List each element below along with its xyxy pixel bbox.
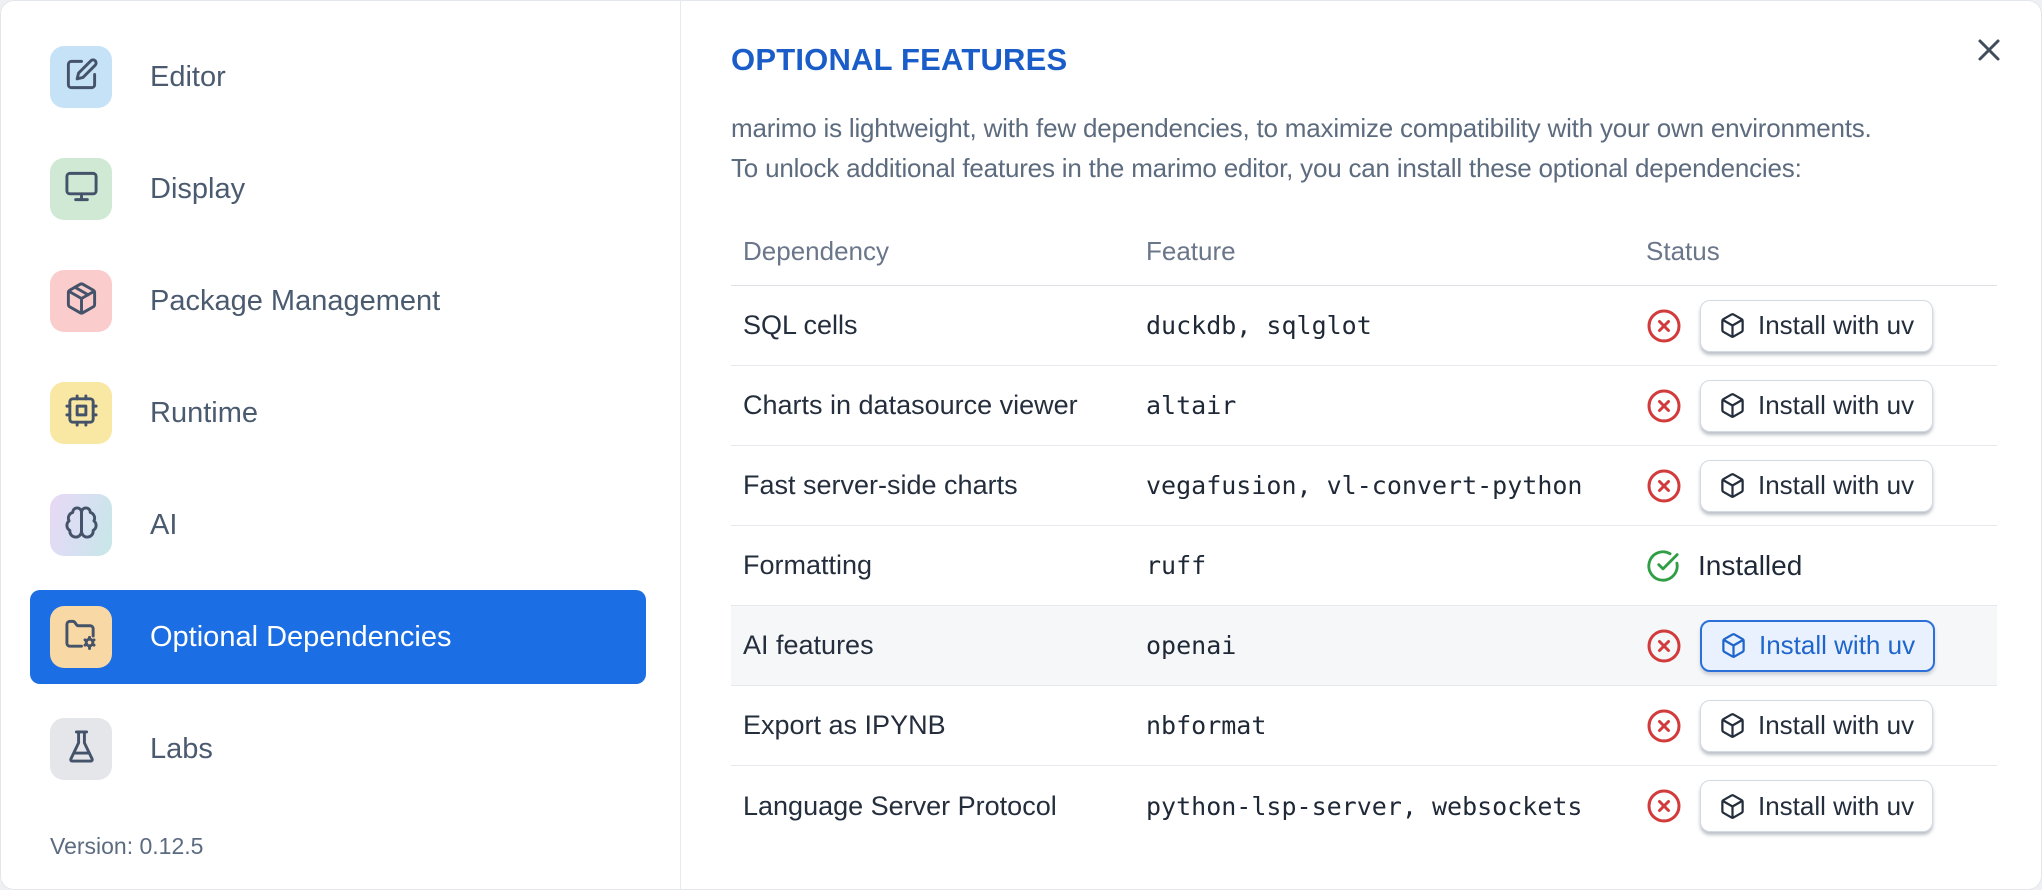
settings-dialog: Editor Display Package Management Runtim… [0, 0, 2042, 890]
description-line: marimo is lightweight, with few dependen… [731, 113, 1872, 143]
feature-cell: openai [1146, 631, 1237, 660]
box-icon [1719, 793, 1746, 820]
sidebar-item-runtime[interactable]: Runtime [30, 366, 646, 460]
install-with-uv-button[interactable]: Install with uv [1700, 299, 1934, 352]
sidebar: Editor Display Package Management Runtim… [0, 0, 681, 890]
sidebar-item-ai[interactable]: AI [30, 478, 646, 572]
sidebar-item-editor[interactable]: Editor [30, 30, 646, 124]
install-with-uv-button[interactable]: Install with uv [1700, 619, 1936, 672]
table-row: Export as IPYNB nbformat Install with uv [731, 686, 1997, 766]
dependency-cell: Language Server Protocol [743, 790, 1057, 821]
optional-features-table: Dependency Feature Status SQL cells duck… [731, 218, 1997, 846]
box-icon [1719, 312, 1746, 339]
sidebar-item-label: Display [150, 172, 246, 205]
table-row: Formatting ruff Installed [731, 526, 1997, 606]
column-header-feature: Feature [1146, 236, 1236, 266]
sidebar-item-label: Runtime [150, 396, 258, 429]
monitor-icon [64, 169, 99, 209]
table-row: Charts in datasource viewer altair Insta… [731, 366, 1997, 446]
close-button[interactable] [1969, 30, 2009, 70]
square-pen-icon [64, 57, 99, 97]
box-icon [1720, 632, 1747, 659]
version-label: Version: 0.12.5 [50, 833, 204, 859]
status-cell: Install with uv [1646, 699, 1997, 752]
install-button-label: Install with uv [1758, 310, 1915, 340]
box-icon [1719, 472, 1746, 499]
dependency-cell: Export as IPYNB [743, 710, 946, 740]
table-header: Dependency Feature Status [731, 218, 1997, 286]
install-with-uv-button[interactable]: Install with uv [1700, 459, 1934, 512]
sidebar-item-display[interactable]: Display [30, 142, 646, 236]
status-cell: Install with uv [1646, 780, 1997, 832]
feature-cell: ruff [1146, 551, 1207, 580]
install-with-uv-button[interactable]: Install with uv [1700, 379, 1934, 432]
not-installed-icon [1646, 788, 1682, 824]
dependency-cell: Fast server-side charts [743, 470, 1018, 500]
not-installed-icon [1646, 308, 1682, 344]
dependency-cell: Formatting [743, 550, 873, 580]
sidebar-item-label: AI [150, 508, 178, 541]
feature-cell: altair [1146, 391, 1237, 420]
installed-label: Installed [1698, 549, 1803, 581]
main-panel: OPTIONAL FEATURES marimo is lightweight,… [681, 0, 2042, 890]
feature-cell: duckdb, sqlglot [1146, 311, 1372, 340]
feature-cell: python-lsp-server, websockets [1146, 791, 1583, 821]
sidebar-item-label: Optional Dependencies [150, 620, 452, 653]
cpu-icon [64, 393, 99, 433]
install-with-uv-button[interactable]: Install with uv [1700, 699, 1934, 752]
box-icon [1719, 712, 1746, 739]
close-icon [1971, 32, 2007, 68]
flask-icon [64, 729, 99, 769]
dependency-cell: SQL cells [743, 310, 858, 340]
not-installed-icon [1646, 468, 1682, 504]
package-icon [64, 281, 99, 321]
feature-cell: nbformat [1146, 711, 1267, 740]
folder-cog-icon [64, 617, 99, 657]
feature-cell: vegafusion, vl-convert-python [1146, 471, 1583, 500]
table-body: SQL cells duckdb, sqlglot Install with u… [731, 286, 1997, 846]
table-row: Fast server-side charts vegafusion, vl-c… [731, 446, 1997, 526]
page-title: OPTIONAL FEATURES [731, 42, 1068, 77]
table-row: SQL cells duckdb, sqlglot Install with u… [731, 286, 1997, 366]
column-header-status: Status [1646, 236, 1720, 266]
install-button-label: Install with uv [1758, 790, 1915, 821]
sidebar-item-label: Labs [150, 732, 213, 765]
sidebar-item-labs[interactable]: Labs [30, 702, 646, 796]
status-cell: Install with uv [1646, 619, 1997, 672]
install-button-label: Install with uv [1759, 630, 1916, 660]
status-cell: Install with uv [1646, 299, 1997, 352]
not-installed-icon [1646, 388, 1682, 424]
sidebar-item-label: Editor [150, 60, 226, 93]
sidebar-item-package-management[interactable]: Package Management [30, 254, 646, 348]
install-button-label: Install with uv [1758, 390, 1915, 420]
dialog-description: marimo is lightweight, with few dependen… [731, 108, 1997, 188]
dependency-cell: AI features [743, 630, 874, 660]
install-with-uv-button[interactable]: Install with uv [1700, 780, 1934, 832]
sidebar-nav: Editor Display Package Management Runtim… [0, 30, 680, 796]
install-button-label: Install with uv [1758, 710, 1915, 740]
brain-icon [64, 505, 99, 545]
sidebar-item-optional-dependencies[interactable]: Optional Dependencies [30, 590, 646, 684]
status-cell: Install with uv [1646, 379, 1997, 432]
dependency-cell: Charts in datasource viewer [743, 390, 1078, 420]
status-cell: Install with uv [1646, 459, 1997, 512]
installed-icon [1646, 549, 1680, 583]
box-icon [1719, 392, 1746, 419]
column-header-dependency: Dependency [743, 236, 889, 266]
not-installed-icon [1646, 628, 1682, 664]
not-installed-icon [1646, 708, 1682, 744]
sidebar-item-label: Package Management [150, 284, 441, 317]
table-row: AI features openai Install with uv [731, 606, 1997, 686]
status-cell: Installed [1646, 549, 1997, 583]
install-button-label: Install with uv [1758, 470, 1915, 500]
description-line: To unlock additional features in the mar… [731, 153, 1802, 183]
table-row: Language Server Protocol python-lsp-serv… [731, 766, 1997, 846]
